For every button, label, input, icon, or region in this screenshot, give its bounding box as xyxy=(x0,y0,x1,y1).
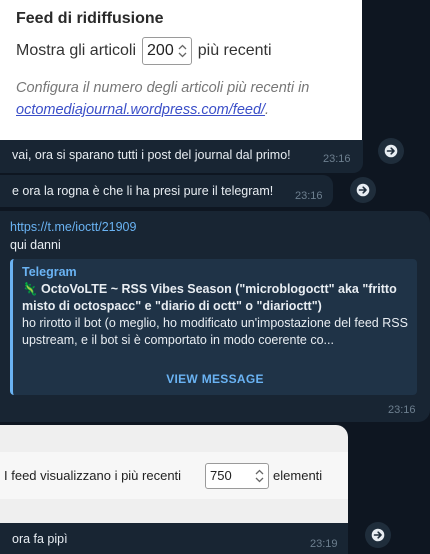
feed-display-label: I feed visualizzano i più recenti xyxy=(4,468,182,483)
message-time: 23:16 xyxy=(295,190,323,202)
show-prefix-label: Mostra gli articoli xyxy=(16,42,137,59)
forward-arrow-icon xyxy=(356,183,370,197)
message-text: e ora la rogna è che li ha presi pure il… xyxy=(12,184,274,198)
feed-settings-heading: Feed di ridiffusione xyxy=(16,10,164,27)
items-count-value: 750 xyxy=(210,468,232,483)
chevron-updown-icon xyxy=(178,44,187,58)
view-message-button[interactable]: VIEW MESSAGE xyxy=(13,372,417,386)
message-text: ora fa pipì xyxy=(12,532,68,546)
preview-title: 🦎 OctoVoLTE ~ RSS Vibes Season ("microbl… xyxy=(22,282,397,313)
articles-count-value: 200 xyxy=(147,42,174,59)
chevron-updown-icon xyxy=(255,469,264,483)
feed-settings-hint: Configura il numero degli articoli più r… xyxy=(16,77,348,121)
feed-display-row: I feed visualizzano i più recenti 750 el… xyxy=(0,452,348,499)
link-preview[interactable]: Telegram 🦎 OctoVoLTE ~ RSS Vibes Season … xyxy=(10,259,417,395)
items-count-stepper: 750 xyxy=(205,462,270,489)
preview-description: ho rirotto il bot (o meglio, ho modifica… xyxy=(22,316,408,347)
forward-button[interactable] xyxy=(365,522,391,548)
message-text: qui danni xyxy=(10,238,61,252)
message-bubble: ora fa pipì 23:19 xyxy=(0,523,348,554)
feed-display-image: I feed visualizzano i più recenti 750 el… xyxy=(0,425,348,523)
message-bubble: e ora la rogna è che li ha presi pure il… xyxy=(0,175,333,207)
preview-site-name: Telegram xyxy=(22,265,77,279)
message-time: 23:16 xyxy=(323,153,351,165)
show-suffix-label: più recenti xyxy=(197,42,272,59)
hint-text: Configura il numero degli articoli più r… xyxy=(16,80,310,96)
forward-button[interactable] xyxy=(350,177,376,203)
forward-arrow-icon xyxy=(371,528,385,542)
feed-settings-image: Feed di ridiffusione Mostra gli articoli… xyxy=(0,0,362,140)
message-time: 23:16 xyxy=(388,404,416,416)
message-link[interactable]: https://t.me/ioctt/21909 xyxy=(10,220,136,234)
articles-count-stepper: 200 xyxy=(142,37,192,65)
message-text: vai, ora si sparano tutti i post del jou… xyxy=(12,148,291,162)
feed-display-unit: elementi xyxy=(273,468,323,483)
hint-end: . xyxy=(265,102,270,118)
message-bubble: vai, ora si sparano tutti i post del jou… xyxy=(0,140,363,173)
message-time: 23:19 xyxy=(310,538,338,550)
forward-button[interactable] xyxy=(378,138,404,164)
feed-settings-row: Mostra gli articoli 200 più recenti xyxy=(16,37,348,65)
hint-link: octomediajournal.wordpress.com/feed/ xyxy=(16,102,266,118)
forward-arrow-icon xyxy=(384,144,398,158)
